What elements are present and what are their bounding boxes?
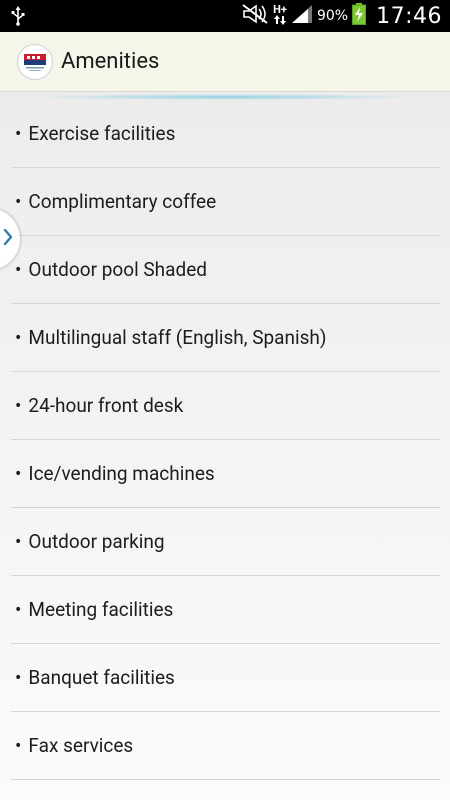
signal-icon: [291, 4, 313, 28]
page-title: Amenities: [61, 49, 160, 74]
amenity-item[interactable]: • Meeting facilities: [11, 576, 440, 644]
clock: 17:46: [376, 3, 442, 29]
amenity-item[interactable]: • Exercise facilities: [11, 100, 440, 168]
amenity-label: Meeting facilities: [28, 598, 174, 621]
network-type-icon: H+: [273, 4, 287, 27]
amenity-label: Complimentary coffee: [28, 190, 217, 213]
amenity-item[interactable]: • Banquet facilities: [11, 644, 440, 712]
battery-charging-icon: [352, 3, 367, 29]
amenity-item[interactable]: • Outdoor pool Shaded: [11, 236, 440, 304]
amenity-item[interactable]: • Fax services: [11, 712, 440, 780]
amenity-label: Banquet facilities: [28, 666, 175, 689]
amenity-label: Fax services: [28, 734, 134, 757]
amenity-label: Exercise facilities: [28, 122, 176, 145]
usb-icon: [10, 6, 26, 26]
action-bar: Amenities: [0, 32, 450, 92]
mute-icon: [241, 3, 269, 29]
amenity-item[interactable]: • Multilingual staff (English, Spanish): [11, 304, 440, 372]
status-bar: H+ 90% 17:46: [0, 0, 450, 32]
amenity-label: Multilingual staff (English, Spanish): [28, 326, 327, 349]
amenities-content: • Exercise facilities • Complimentary coff…: [0, 92, 450, 800]
amenity-label: Outdoor parking: [28, 530, 165, 553]
amenities-list: • Exercise facilities • Complimentary coff…: [11, 100, 440, 780]
amenity-item[interactable]: • Complimentary coffee: [11, 168, 440, 236]
amenity-item[interactable]: • 24-hour front desk: [11, 372, 440, 440]
amenity-label: Outdoor pool Shaded: [28, 258, 207, 281]
chevron-right-icon: [3, 228, 13, 250]
hotel-logo-icon[interactable]: [17, 43, 53, 80]
amenity-label: Ice/vending machines: [28, 462, 215, 485]
amenity-item[interactable]: • Ice/vending machines: [11, 440, 440, 508]
battery-percent: 90%: [316, 8, 349, 24]
amenity-label: 24-hour front desk: [28, 394, 184, 417]
amenity-item[interactable]: • Outdoor parking: [11, 508, 440, 576]
